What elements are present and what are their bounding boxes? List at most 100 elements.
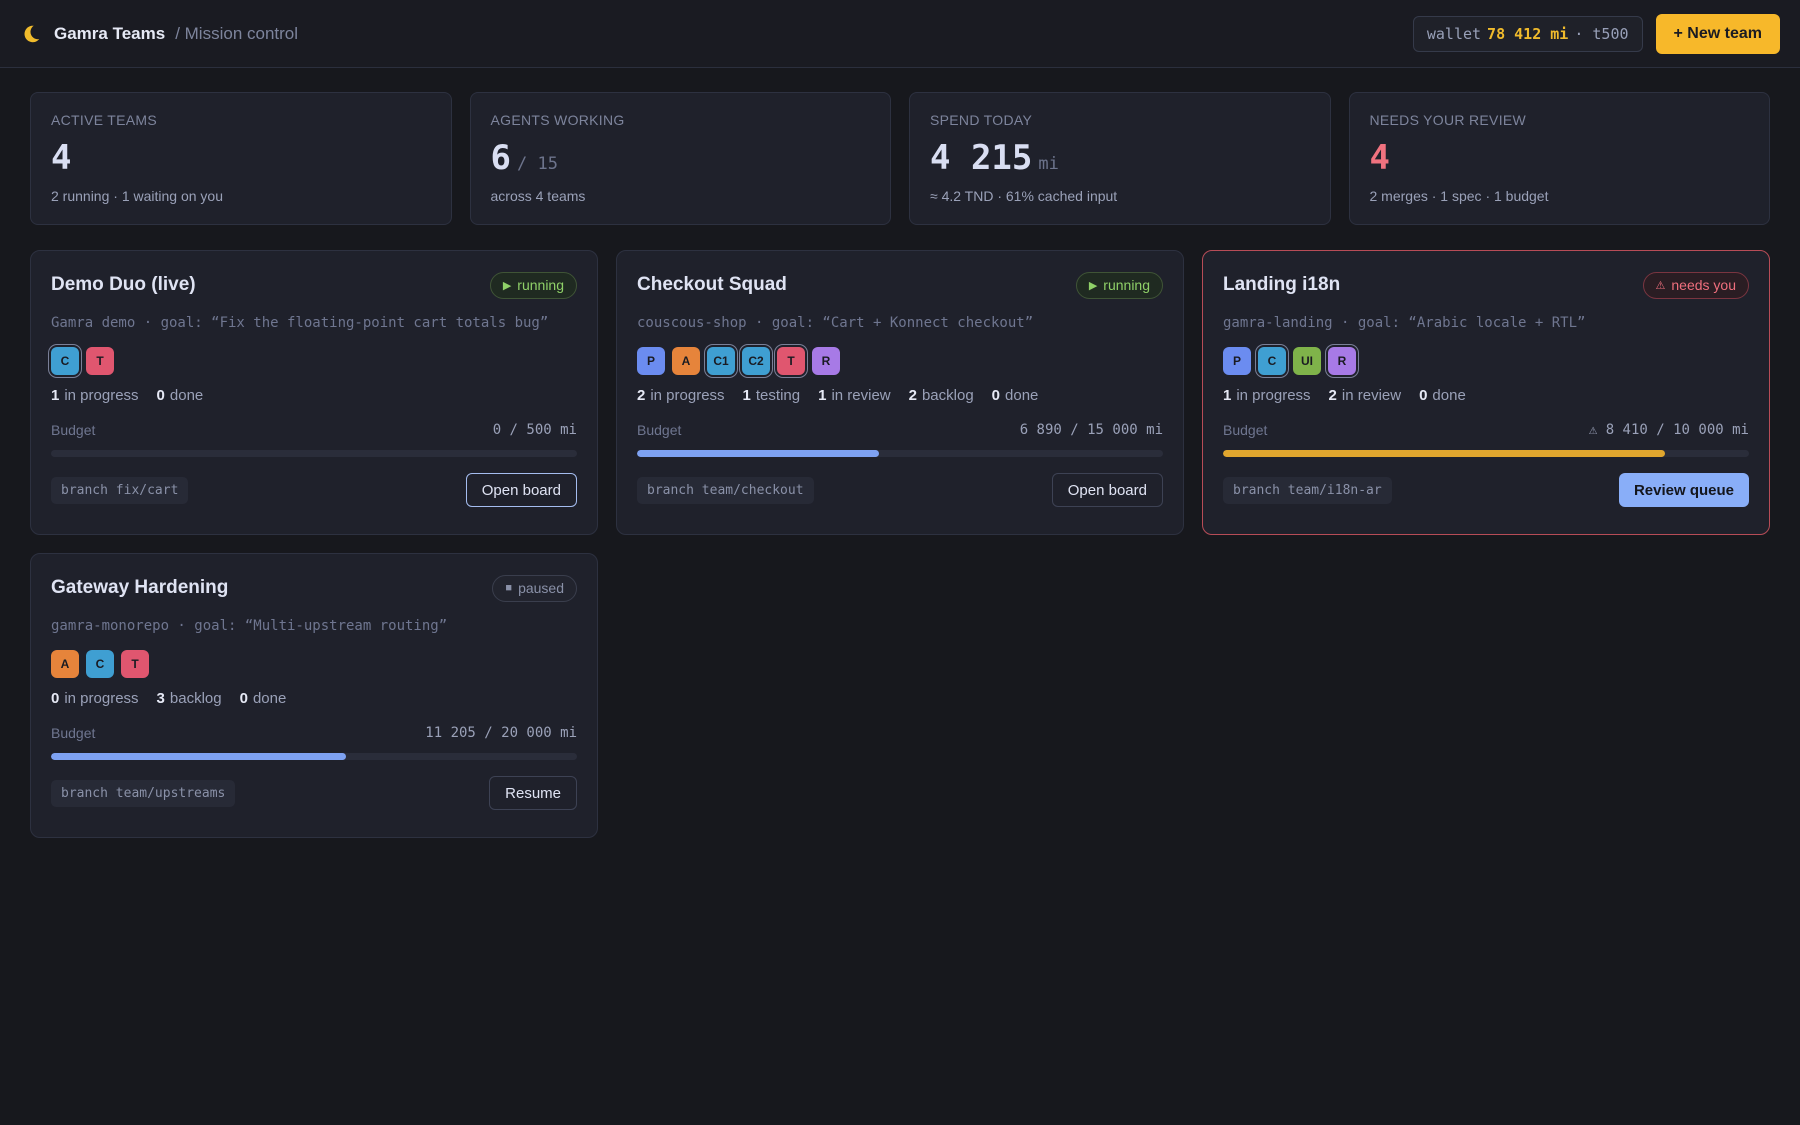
team-card[interactable]: Landing i18n ⚠ needs you gamra-landing ·… (1202, 250, 1770, 535)
budget-value: 11 205 / 20 000 mi (425, 725, 577, 741)
task-count: 2 backlog (909, 387, 974, 404)
task-count-number: 0 (239, 690, 248, 707)
task-count-label: backlog (921, 387, 974, 404)
stat-unit: / 15 (516, 154, 558, 174)
budget-row: Budget 6 890 / 15 000 mi (637, 422, 1163, 438)
task-count-label: done (1005, 387, 1039, 404)
task-count-label: done (252, 690, 287, 707)
wallet-prefix: wallet (1426, 24, 1482, 43)
stat-value: 6/ 15 (491, 138, 871, 178)
budget-row: Budget 0 / 500 mi (51, 422, 577, 438)
task-count-number: 0 (991, 387, 1001, 404)
stat-label: AGENTS WORKING (490, 112, 625, 128)
stat-number: 4 215 (930, 138, 1033, 178)
agent-chip[interactable]: A (51, 650, 79, 678)
wallet-suffix: · t500 (1574, 24, 1629, 43)
task-count: 0 done (992, 387, 1039, 404)
stat-number: 4 (1369, 138, 1390, 178)
stat-spend-today: SPEND TODAY 4 215 mi ≈ 4.2 TND · 61% cach… (909, 92, 1331, 225)
stat-value: 4 215 mi (930, 138, 1310, 178)
task-count-number: 0 (1419, 387, 1428, 404)
task-count-label: in progress (650, 387, 725, 404)
task-count-label: in review (831, 387, 891, 404)
open-board-button[interactable]: Open board (465, 473, 577, 507)
open-board-button[interactable]: Open board (1051, 473, 1163, 507)
agent-chip[interactable]: T (121, 650, 149, 678)
status-label: needs you (1671, 277, 1736, 293)
status-badge: ▶ running (1075, 271, 1163, 299)
stat-unit: mi (1038, 154, 1059, 174)
task-count-number: 0 (51, 690, 60, 707)
status-label: running (517, 277, 564, 293)
task-count-number: 3 (156, 690, 165, 707)
agent-chip[interactable]: C (1258, 347, 1286, 375)
team-card[interactable]: Demo Duo (live) ▶ running Gamra demo · g… (30, 250, 598, 535)
branch-tag: branch team/checkout (637, 476, 814, 504)
budget-label: Budget (51, 725, 96, 741)
task-counts: 0 in progress 3 backlog 0 done (51, 690, 577, 707)
stats-row: ACTIVE TEAMS 4 2 running · 1 waiting on … (30, 92, 1770, 225)
task-count-number: 1 (51, 387, 60, 404)
agent-chip[interactable]: R (1328, 347, 1356, 375)
stat-label: ACTIVE TEAMS (51, 112, 158, 128)
task-count: 2 in progress (637, 387, 725, 404)
card-footer: branch team/checkout Open board (637, 473, 1163, 507)
task-count: 1 testing (743, 387, 801, 404)
task-count-number: 2 (637, 387, 646, 404)
task-count-number: 1 (742, 387, 751, 404)
stat-subtext: across 4 teams (490, 188, 586, 204)
budget-label: Budget (1223, 422, 1268, 438)
team-goal: gamra-landing · goal: “Arabic locale + R… (1223, 315, 1586, 331)
task-count: 1 in progress (51, 387, 139, 404)
team-title: Gateway Hardening (51, 577, 229, 598)
stat-active-teams: ACTIVE TEAMS 4 2 running · 1 waiting on … (30, 92, 452, 225)
status-label: running (1103, 277, 1150, 293)
team-cards-grid: Demo Duo (live) ▶ running Gamra demo · g… (30, 250, 1770, 838)
task-counts: 1 in progress 0 done (51, 387, 577, 404)
agent-chip[interactable]: R (812, 347, 840, 375)
budget-value: 0 / 500 mi (492, 422, 577, 438)
team-goal: couscous-shop · goal: “Cart + Konnect ch… (637, 315, 1034, 331)
budget-bar (637, 450, 1163, 457)
app-title: Gamra Teams (54, 23, 166, 43)
card-footer: branch fix/cart Open board (51, 473, 577, 507)
team-card[interactable]: Gateway Hardening ■ paused gamra-monorep… (30, 553, 598, 838)
status-badge: ⚠ needs you (1642, 271, 1749, 299)
task-count: 0 done (157, 387, 204, 404)
budget-bar-fill (637, 450, 879, 457)
resume-button[interactable]: Resume (489, 776, 577, 810)
agent-chip[interactable]: C1 (707, 347, 735, 375)
agent-list: ACT (51, 650, 577, 678)
stat-subtext: 2 running · 1 waiting on you (51, 188, 223, 204)
agent-chip[interactable]: C2 (742, 347, 770, 375)
task-count-number: 1 (818, 387, 827, 404)
team-card[interactable]: Checkout Squad ▶ running couscous-shop ·… (616, 250, 1184, 535)
task-count-label: testing (755, 387, 801, 404)
new-team-button[interactable]: + New team (1655, 13, 1780, 54)
team-title: Demo Duo (live) (51, 274, 196, 295)
branch-tag: branch team/i18n-ar (1223, 476, 1392, 504)
task-counts: 1 in progress 2 in review 0 done (1223, 387, 1749, 404)
agent-chip[interactable]: C (51, 347, 79, 375)
budget-row: Budget ⚠ 8 410 / 10 000 mi (1223, 422, 1749, 438)
task-count-label: backlog (169, 690, 222, 707)
task-count: 0 done (1419, 387, 1466, 404)
agent-chip[interactable]: C (86, 650, 114, 678)
task-count: 2 in review (1329, 387, 1402, 404)
budget-value: 6 890 / 15 000 mi (1019, 422, 1163, 438)
agent-chip[interactable]: UI (1293, 347, 1321, 375)
stop-icon: ■ (505, 582, 513, 594)
stat-value: 4 (51, 138, 431, 178)
team-goal: gamra-monorepo · goal: “Multi-upstream r… (51, 618, 448, 634)
card-header: Landing i18n ⚠ needs you (1223, 271, 1749, 299)
agent-chip[interactable]: A (672, 347, 700, 375)
stat-number: 4 (51, 138, 72, 178)
agent-chip[interactable]: T (777, 347, 805, 375)
agent-chip[interactable]: P (637, 347, 665, 375)
moon-icon (24, 25, 40, 42)
review-queue-button[interactable]: Review queue (1618, 473, 1749, 507)
agent-chip[interactable]: T (86, 347, 114, 375)
agent-chip[interactable]: P (1223, 347, 1251, 375)
branch-tag: branch fix/cart (51, 476, 189, 504)
stat-number: 6 (490, 138, 511, 178)
